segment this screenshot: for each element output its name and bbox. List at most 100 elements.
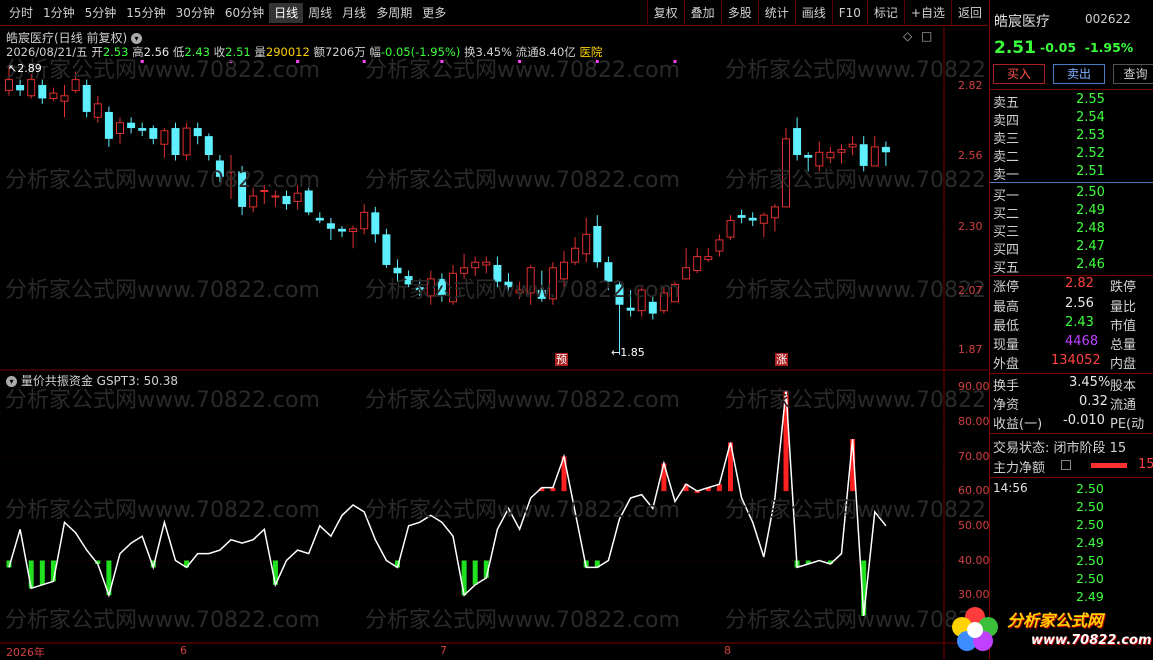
period-tab[interactable]: 多周期 <box>371 3 417 23</box>
window-icon[interactable]: □ <box>921 29 932 43</box>
book-row[interactable]: 买三 2.48 <box>993 221 1153 240</box>
book-label: 卖二 <box>993 150 1020 165</box>
candle-body <box>16 85 25 91</box>
candle-body <box>182 127 191 156</box>
divider <box>990 89 1153 90</box>
period-tab[interactable]: 5分钟 <box>80 3 122 23</box>
toolbar-button[interactable]: 复权 <box>646 0 684 26</box>
main-chart[interactable]: 分析家公式网www.70822.com 分析家公式网www.70822.com 分析… <box>0 27 990 660</box>
toolbar-button[interactable]: +自选 <box>903 0 951 26</box>
book-label: 买四 <box>993 243 1020 258</box>
sell-button[interactable]: 卖出 <box>1053 64 1105 84</box>
candle-body <box>881 146 890 153</box>
candle-body <box>560 261 568 280</box>
book-row[interactable]: 卖三 2.53 <box>993 128 1153 147</box>
candle-body <box>204 136 213 155</box>
candle-body <box>748 217 757 221</box>
watermark-text: 分析家公式网www.70822.com <box>365 168 680 193</box>
tool-buttons: 复权 叠加 多股 统计 画线 F10 标记 +自选 返回 <box>646 0 988 26</box>
book-row[interactable]: 卖五 2.55 <box>993 92 1153 111</box>
candle-body <box>571 247 580 263</box>
period-tab[interactable]: 15分钟 <box>121 3 170 23</box>
book-label: 买二 <box>993 207 1020 222</box>
diamond-icon[interactable]: ◇ <box>903 29 912 43</box>
book-row[interactable]: 买二 2.49 <box>993 203 1153 222</box>
book-row[interactable]: 卖二 2.52 <box>993 146 1153 165</box>
tick-price: 2.50 <box>1076 499 1104 514</box>
candle-body <box>460 267 469 274</box>
logo-text: 分析家公式网 <box>1007 611 1104 630</box>
candle-body <box>93 103 102 118</box>
indicator-axis-label: 60.00 <box>958 484 990 497</box>
book-row[interactable]: 卖四 2.54 <box>993 110 1153 129</box>
low-bar <box>472 560 478 585</box>
stat-row: 最低 2.43 市值 <box>993 315 1137 334</box>
period-tab[interactable]: 周线 <box>303 3 337 23</box>
x-axis-label: 8 <box>724 644 731 657</box>
toolbar-button[interactable]: 标记 <box>866 0 904 26</box>
watermark-text: 分析家公式网www.70822.com <box>365 608 680 633</box>
toolbar-button[interactable]: F10 <box>831 0 867 26</box>
book-price: 2.53 <box>1076 128 1105 143</box>
candle-body <box>315 217 324 221</box>
toolbar-button[interactable]: 多股 <box>720 0 758 26</box>
candle-body <box>682 267 691 280</box>
low-bar <box>39 560 45 585</box>
toolbar-button[interactable]: 统计 <box>757 0 795 26</box>
candle-body <box>193 128 202 137</box>
watermark-text: 分析家公式网www.70822.com <box>725 58 988 83</box>
list-icon[interactable] <box>1061 460 1071 470</box>
candle-body <box>127 122 136 129</box>
watermark-text: 分析家公式网www.70822.com <box>725 498 988 523</box>
toolbar-button[interactable]: 画线 <box>794 0 832 26</box>
query-button[interactable]: 查询 <box>1113 64 1153 84</box>
toolbar-button[interactable]: 叠加 <box>683 0 721 26</box>
indicator-axis-label: 40.00 <box>958 554 990 567</box>
x-axis-label: 2026年 <box>6 646 45 659</box>
watermark-text: 分析家公式网www.70822.com <box>5 388 320 413</box>
book-label: 卖一 <box>993 168 1020 183</box>
indicator-axis-label: 70.00 <box>958 450 990 463</box>
candle-body <box>826 151 835 159</box>
divider <box>990 373 1153 374</box>
candle-body <box>160 130 169 145</box>
chevron-down-icon[interactable]: ▾ <box>131 33 143 44</box>
book-price: 2.48 <box>1076 221 1105 236</box>
candle-body <box>804 155 813 158</box>
book-row[interactable]: 卖一 2.51 <box>993 164 1153 183</box>
period-tab[interactable]: 日线 <box>269 3 304 23</box>
candle-body <box>349 228 358 233</box>
period-tab[interactable]: 30分钟 <box>171 3 220 23</box>
tick-price: 2.50 <box>1076 481 1104 496</box>
buy-button[interactable]: 买入 <box>993 64 1045 84</box>
x-axis-label: 6 <box>180 644 187 657</box>
candle-body <box>138 128 147 131</box>
more-tab[interactable]: 更多 <box>417 3 451 23</box>
book-row[interactable]: 买四 2.47 <box>993 239 1153 258</box>
candle-body <box>848 143 857 148</box>
site-logo: 分析家公式网 www.70822.com <box>945 603 1153 657</box>
candle-body <box>471 261 480 269</box>
chart-canvas[interactable]: 分析家公式网www.70822.com 分析家公式网www.70822.com 分析… <box>0 27 988 660</box>
chevron-down-icon[interactable]: ▾ <box>6 376 17 387</box>
candle-body <box>171 128 180 155</box>
period-tab[interactable]: 1分钟 <box>38 3 80 23</box>
fin-row: 净资 0.32 流通 <box>993 394 1137 413</box>
candle-body <box>149 128 158 139</box>
book-label: 卖五 <box>993 96 1020 111</box>
period-tab[interactable]: 60分钟 <box>220 3 269 23</box>
x-axis-label: 7 <box>440 644 447 657</box>
period-tab[interactable]: 分时 <box>4 3 38 23</box>
candle-body <box>82 85 91 112</box>
watermark-text: 分析家公式网www.70822.com <box>365 498 680 523</box>
candle-body <box>293 192 302 202</box>
book-row[interactable]: 买一 2.50 <box>993 185 1153 204</box>
indicator-title: ▾ 量价共振资金 GSPT3: 50.38 <box>6 372 178 389</box>
candle-body <box>704 256 713 260</box>
toolbar-button[interactable]: 返回 <box>950 0 988 26</box>
book-row[interactable]: 买五 2.46 <box>993 257 1153 276</box>
divider <box>990 477 1153 478</box>
indicator-axis-label: 90.00 <box>958 380 990 393</box>
period-tab[interactable]: 月线 <box>337 3 371 23</box>
candle-body <box>770 206 779 219</box>
